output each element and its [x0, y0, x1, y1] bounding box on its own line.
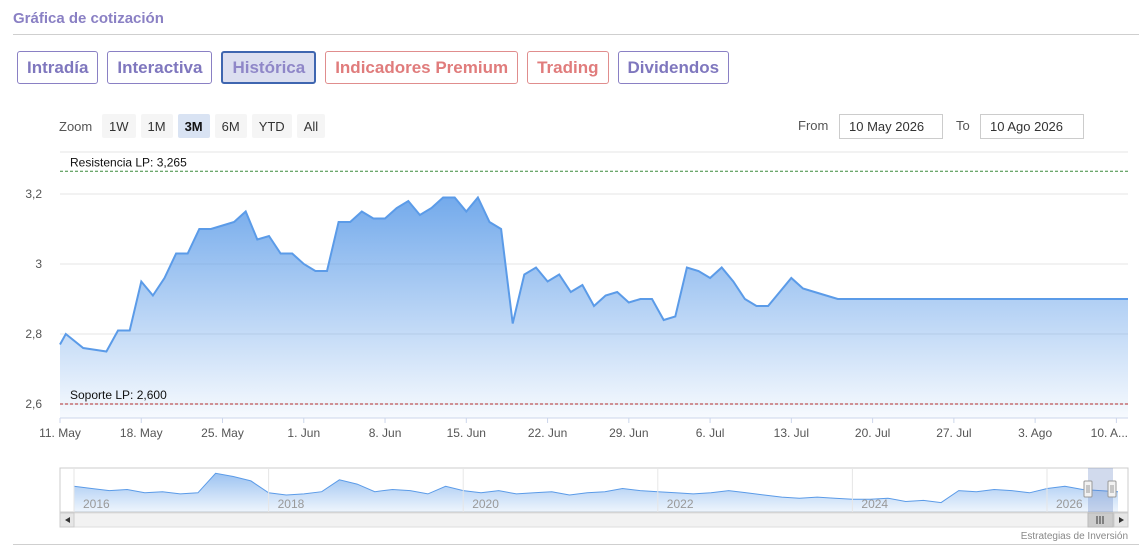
x-tick-label: 11. May	[39, 426, 81, 440]
navigator-handle[interactable]	[1083, 480, 1093, 498]
x-tick-label: 20. Jul	[855, 426, 890, 440]
y-tick-label: 3,2	[25, 187, 42, 201]
resistance-label: Resistencia LP: 3,265	[70, 155, 187, 169]
x-tick-label: 25. May	[201, 426, 244, 440]
navigator-year-label: 2024	[861, 497, 888, 511]
navigator[interactable]: 2016 2018 2020 2022 2024 2026	[59, 467, 1129, 528]
navigator-handle[interactable]	[1107, 480, 1117, 498]
x-tick-label: 6. Jul	[696, 426, 725, 440]
x-tick-label: 22. Jun	[528, 426, 567, 440]
y-tick-label: 3	[35, 257, 42, 271]
x-axis: 11. May 18. May 25. May 1. Jun 8. Jun 15. Jun…	[39, 417, 1128, 440]
price-chart: Resistencia LP: 3,265 Soporte LP: 2,600 2…	[25, 151, 1129, 542]
x-tick-label: 15. Jun	[447, 426, 486, 440]
series-area	[59, 195, 1128, 418]
x-tick-label: 18. May	[120, 426, 163, 440]
y-tick-label: 2,6	[25, 397, 42, 411]
navigator-year-label: 2022	[667, 497, 694, 511]
y-tick-label: 2,8	[25, 327, 42, 341]
navigator-year-label: 2018	[278, 497, 305, 511]
x-tick-label: 10. A...	[1091, 426, 1128, 440]
support-label: Soporte LP: 2,600	[70, 388, 167, 402]
series-area-fill	[60, 197, 1128, 418]
navigator-year-label: 2020	[472, 497, 499, 511]
x-tick-label: 13. Jul	[774, 426, 809, 440]
x-tick-label: 3. Ago	[1018, 426, 1052, 440]
x-tick-label: 27. Jul	[936, 426, 971, 440]
x-tick-label: 8. Jun	[369, 426, 402, 440]
y-axis: 2,6 2,8 3 3,2	[25, 187, 42, 411]
footer-divider	[13, 544, 1139, 545]
navigator-year-label: 2016	[83, 497, 110, 511]
scrollbar-track	[59, 512, 1129, 528]
x-tick-label: 29. Jun	[609, 426, 648, 440]
navigator-year-label: 2026	[1056, 497, 1083, 511]
x-tick-label: 1. Jun	[287, 426, 320, 440]
credits-text[interactable]: Estrategias de Inversión	[1021, 531, 1128, 542]
